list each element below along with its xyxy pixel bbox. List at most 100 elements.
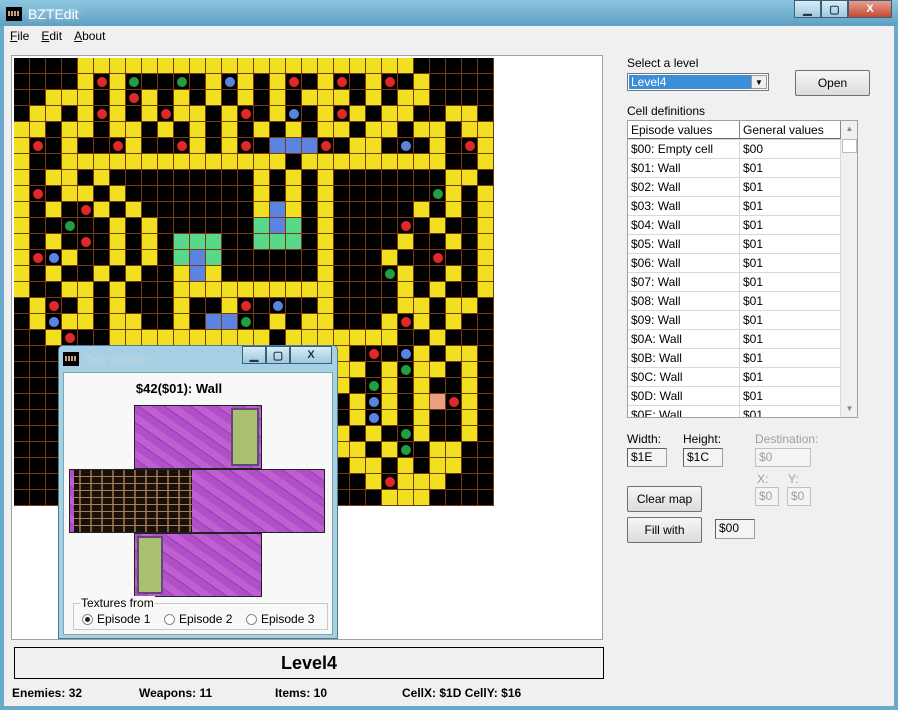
chevron-down-icon[interactable]: ▼ xyxy=(751,75,767,89)
map-cell-wall[interactable] xyxy=(446,266,462,282)
map-cell-green-block[interactable] xyxy=(206,234,222,250)
map-cell-empty[interactable] xyxy=(366,170,382,186)
map-cell-empty[interactable] xyxy=(398,170,414,186)
map-cell-empty[interactable] xyxy=(334,202,350,218)
map-cell-wall[interactable] xyxy=(286,202,302,218)
map-cell-wall[interactable] xyxy=(446,234,462,250)
map-cell-wall[interactable] xyxy=(238,90,254,106)
map-cell-empty[interactable] xyxy=(350,202,366,218)
map-cell-empty[interactable] xyxy=(206,106,222,122)
map-cell-wall[interactable] xyxy=(398,58,414,74)
map-cell-empty[interactable] xyxy=(222,234,238,250)
map-cell-wall[interactable] xyxy=(14,218,30,234)
map-cell-empty[interactable] xyxy=(14,90,30,106)
map-cell-empty[interactable] xyxy=(414,58,430,74)
map-cell-empty[interactable] xyxy=(158,90,174,106)
map-cell-empty[interactable] xyxy=(350,474,366,490)
map-cell-wall[interactable] xyxy=(318,298,334,314)
map-cell-wall[interactable] xyxy=(62,154,78,170)
map-cell-empty[interactable] xyxy=(462,58,478,74)
map-cell-empty[interactable] xyxy=(254,74,270,90)
map-cell-wall[interactable] xyxy=(14,170,30,186)
map-cell-item-green[interactable] xyxy=(366,378,382,394)
map-cell-empty[interactable] xyxy=(382,458,398,474)
map-cell-wall[interactable] xyxy=(270,74,286,90)
map-cell-wall[interactable] xyxy=(430,122,446,138)
map-cell-wall[interactable] xyxy=(286,58,302,74)
map-cell-item-green[interactable] xyxy=(62,218,78,234)
map-cell-empty[interactable] xyxy=(446,330,462,346)
map-cell-enemy-red[interactable] xyxy=(430,250,446,266)
map-cell-empty[interactable] xyxy=(478,394,494,410)
map-cell-empty[interactable] xyxy=(62,202,78,218)
map-cell-empty[interactable] xyxy=(94,122,110,138)
map-cell-empty[interactable] xyxy=(414,218,430,234)
map-cell-wall[interactable] xyxy=(382,330,398,346)
map-cell-empty[interactable] xyxy=(62,74,78,90)
map-cell-empty[interactable] xyxy=(334,186,350,202)
map-cell-wall[interactable] xyxy=(270,314,286,330)
radio-episode-2[interactable]: Episode 2 xyxy=(164,612,232,626)
map-cell-wall[interactable] xyxy=(30,122,46,138)
map-cell-empty[interactable] xyxy=(382,282,398,298)
map-cell-empty[interactable] xyxy=(206,186,222,202)
map-cell-empty[interactable] xyxy=(302,266,318,282)
map-cell-wall[interactable] xyxy=(318,58,334,74)
map-cell-blue-block[interactable] xyxy=(190,266,206,282)
map-cell-wall[interactable] xyxy=(430,154,446,170)
map-cell-wall[interactable] xyxy=(222,106,238,122)
map-cell-green-block[interactable] xyxy=(174,250,190,266)
map-cell-wall[interactable] xyxy=(366,154,382,170)
map-cell-empty[interactable] xyxy=(110,266,126,282)
map-cell-blue-block[interactable] xyxy=(222,314,238,330)
map-cell-item-green[interactable] xyxy=(174,74,190,90)
map-cell-empty[interactable] xyxy=(350,314,366,330)
map-cell-empty[interactable] xyxy=(446,490,462,506)
table-row[interactable]: $01: Wall $01 xyxy=(628,159,857,178)
map-cell-wall[interactable] xyxy=(78,74,94,90)
map-cell-wall[interactable] xyxy=(302,330,318,346)
map-cell-wall[interactable] xyxy=(110,330,126,346)
map-cell-empty[interactable] xyxy=(174,122,190,138)
map-cell-wall[interactable] xyxy=(302,282,318,298)
map-cell-enemy-red[interactable] xyxy=(94,106,110,122)
table-row[interactable]: $03: Wall $01 xyxy=(628,197,857,216)
map-cell-wall[interactable] xyxy=(478,234,494,250)
map-cell-empty[interactable] xyxy=(286,314,302,330)
map-cell-enemy-red[interactable] xyxy=(158,106,174,122)
map-cell-wall[interactable] xyxy=(446,186,462,202)
map-cell-wall[interactable] xyxy=(414,154,430,170)
map-cell-empty[interactable] xyxy=(158,250,174,266)
map-cell-empty[interactable] xyxy=(462,186,478,202)
map-cell-wall[interactable] xyxy=(46,90,62,106)
map-cell-empty[interactable] xyxy=(430,58,446,74)
map-cell-wall[interactable] xyxy=(398,474,414,490)
map-cell-empty[interactable] xyxy=(30,362,46,378)
map-cell-empty[interactable] xyxy=(478,298,494,314)
map-cell-blue-block[interactable] xyxy=(270,218,286,234)
map-cell-enemy-red[interactable] xyxy=(78,202,94,218)
map-cell-wall[interactable] xyxy=(62,90,78,106)
map-cell-wall[interactable] xyxy=(78,58,94,74)
map-cell-wall[interactable] xyxy=(446,458,462,474)
map-cell-blue-block[interactable] xyxy=(270,138,286,154)
map-cell-empty[interactable] xyxy=(30,90,46,106)
map-cell-empty[interactable] xyxy=(158,202,174,218)
map-cell-wall[interactable] xyxy=(14,122,30,138)
map-cell-wall[interactable] xyxy=(78,90,94,106)
map-cell-wall[interactable] xyxy=(142,330,158,346)
map-cell-empty[interactable] xyxy=(334,298,350,314)
map-cell-wall[interactable] xyxy=(382,362,398,378)
map-cell-wall[interactable] xyxy=(222,282,238,298)
map-cell-empty[interactable] xyxy=(14,74,30,90)
map-cell-empty[interactable] xyxy=(14,378,30,394)
map-cell-wall[interactable] xyxy=(78,282,94,298)
map-cell-empty[interactable] xyxy=(206,202,222,218)
map-cell-empty[interactable] xyxy=(254,106,270,122)
map-cell-empty[interactable] xyxy=(366,314,382,330)
map-cell-empty[interactable] xyxy=(366,266,382,282)
map-cell-wall[interactable] xyxy=(462,362,478,378)
map-cell-empty[interactable] xyxy=(126,250,142,266)
map-cell-wall[interactable] xyxy=(94,154,110,170)
map-cell-wall[interactable] xyxy=(318,74,334,90)
